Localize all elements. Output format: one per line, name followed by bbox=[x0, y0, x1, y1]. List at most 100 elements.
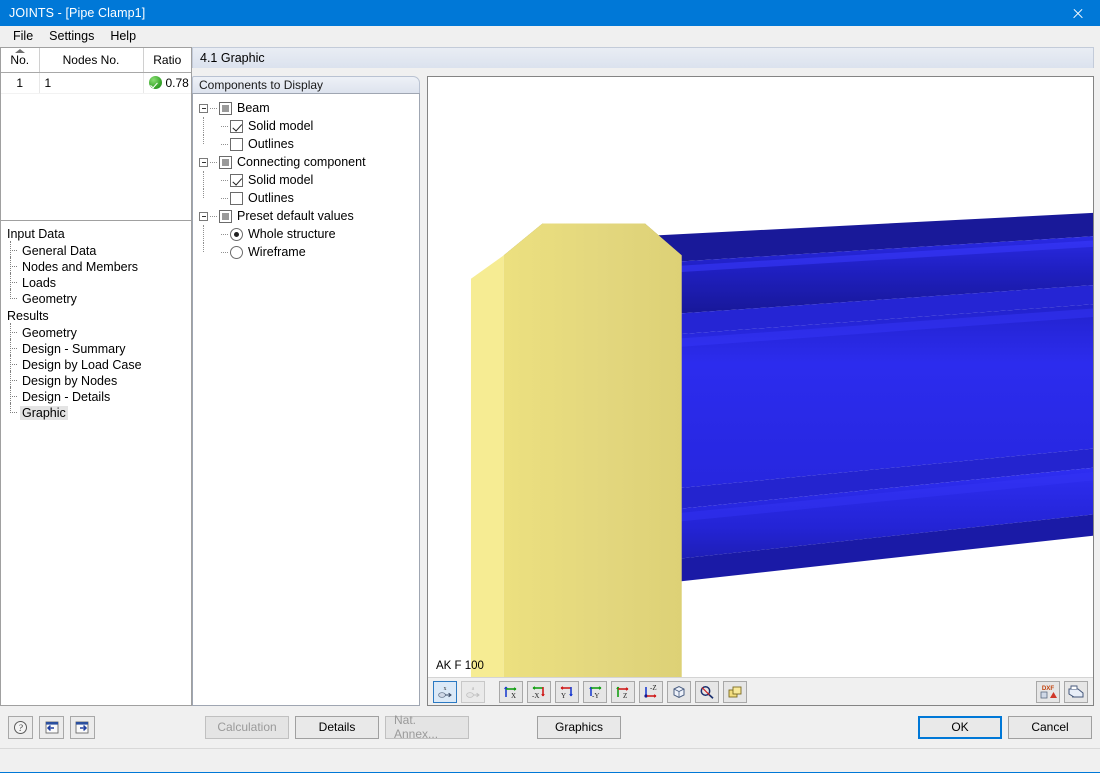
navigator-tree: Input Data General Data Nodes and Member… bbox=[1, 221, 191, 705]
status-ok-icon bbox=[148, 75, 162, 89]
graphic-toolbar: x a X -X Y -Y Z -Z DXF bbox=[428, 677, 1093, 705]
nav-item-design-summary-label: Design - Summary bbox=[22, 342, 126, 356]
tree-node-connecting-component[interactable]: Connecting component bbox=[199, 153, 419, 171]
tree-node-beam[interactable]: Beam bbox=[199, 99, 419, 117]
column-header-no[interactable]: No. bbox=[1, 48, 40, 73]
tree-item-connecting-outlines-label: Outlines bbox=[248, 191, 294, 205]
view-x-button[interactable]: X bbox=[499, 680, 523, 703]
view-neg-y-button[interactable]: -Y bbox=[583, 680, 607, 703]
nav-item-design-by-load-case[interactable]: Design by Load Case bbox=[7, 355, 191, 375]
nav-item-design-by-nodes[interactable]: Design by Nodes bbox=[7, 371, 191, 391]
radio-wireframe[interactable] bbox=[230, 245, 243, 259]
render-wire-button[interactable]: a bbox=[461, 680, 485, 703]
footer-bar: ? Calculation Details Nat. Annex... Grap… bbox=[0, 706, 1100, 748]
nav-item-design-by-nodes-label: Design by Nodes bbox=[22, 374, 118, 388]
graphic-viewport[interactable]: AK F 100 x a X -X Y -Y Z -Z DXF bbox=[427, 76, 1094, 706]
svg-text:X: X bbox=[511, 692, 516, 700]
tree-dash bbox=[10, 332, 17, 333]
checkbox-beam[interactable] bbox=[219, 101, 232, 115]
calculation-button[interactable]: Calculation bbox=[205, 715, 289, 739]
previous-module-button[interactable] bbox=[39, 715, 64, 739]
layers-tool-button[interactable] bbox=[723, 680, 747, 703]
nav-item-design-summary[interactable]: Design - Summary bbox=[7, 339, 191, 359]
svg-text:Z: Z bbox=[623, 692, 627, 700]
dxf-export-button[interactable]: DXF bbox=[1036, 680, 1060, 703]
title-bar: JOINTS - [Pipe Clamp1] bbox=[0, 0, 1100, 26]
next-module-button[interactable] bbox=[70, 715, 95, 739]
tree-dash bbox=[221, 233, 228, 235]
tree-item-connecting-outlines[interactable]: Outlines bbox=[199, 189, 419, 207]
close-button[interactable] bbox=[1054, 0, 1100, 26]
view-neg-x-button[interactable]: -X bbox=[527, 680, 551, 703]
menu-item-help[interactable]: Help bbox=[102, 27, 144, 46]
view-neg-z-button[interactable]: -Z bbox=[639, 680, 663, 703]
tree-item-whole-structure[interactable]: Whole structure bbox=[199, 225, 419, 243]
nat-annex-button[interactable]: Nat. Annex... bbox=[385, 713, 469, 741]
table-row[interactable]: 1 1 0.78 bbox=[1, 72, 191, 94]
tree-node-preset-default-values-label: Preset default values bbox=[237, 209, 354, 223]
plate-front-face bbox=[503, 223, 682, 677]
close-icon bbox=[1072, 8, 1083, 19]
collapse-icon[interactable] bbox=[199, 211, 208, 221]
checkbox-beam-solid-model[interactable] bbox=[230, 119, 243, 133]
nav-item-geometry-results[interactable]: Geometry bbox=[7, 323, 191, 343]
nav-item-graphic[interactable]: Graphic bbox=[7, 403, 191, 421]
collapse-icon[interactable] bbox=[199, 157, 208, 167]
nav-item-loads-label: Loads bbox=[22, 276, 57, 290]
menu-item-settings[interactable]: Settings bbox=[41, 27, 102, 46]
view-z-button[interactable]: Z bbox=[611, 680, 635, 703]
tree-dash bbox=[221, 125, 228, 127]
render-solid-icon: x bbox=[438, 686, 452, 698]
tree-item-beam-solid-model-label: Solid model bbox=[248, 119, 314, 133]
svg-text:-X: -X bbox=[532, 692, 539, 700]
tree-dash bbox=[221, 197, 228, 199]
results-grid: No. Nodes No. Ratio 1 1 0.78 bbox=[1, 48, 191, 221]
nav-item-graphic-label: Graphic bbox=[20, 406, 68, 420]
section-title-bar: 4.1 Graphic bbox=[192, 47, 1094, 68]
help-icon: ? bbox=[14, 720, 27, 734]
nav-item-design-details[interactable]: Design - Details bbox=[7, 387, 191, 407]
tree-item-connecting-solid-model[interactable]: Solid model bbox=[199, 171, 419, 189]
column-header-ratio[interactable]: Ratio bbox=[143, 48, 191, 73]
render-wire-icon: a bbox=[466, 686, 480, 698]
table-header-row: No. Nodes No. Ratio bbox=[1, 48, 191, 73]
model-3d-view bbox=[470, 212, 1093, 677]
nav-item-nodes-and-members[interactable]: Nodes and Members bbox=[7, 257, 191, 277]
column-header-nodes-no[interactable]: Nodes No. bbox=[39, 48, 144, 73]
tree-dash bbox=[10, 266, 17, 267]
print-button[interactable] bbox=[1064, 680, 1088, 703]
checkbox-connecting-solid-model[interactable] bbox=[230, 173, 243, 187]
cancel-button[interactable]: Cancel bbox=[1008, 715, 1092, 739]
tree-line bbox=[203, 117, 204, 135]
application-window: JOINTS - [Pipe Clamp1] File Settings Hel… bbox=[0, 0, 1100, 775]
help-button[interactable]: ? bbox=[8, 715, 33, 739]
details-button[interactable]: Details bbox=[295, 715, 379, 739]
tree-item-beam-solid-model[interactable]: Solid model bbox=[199, 117, 419, 135]
graphics-button[interactable]: Graphics bbox=[537, 715, 621, 739]
collapse-icon[interactable] bbox=[199, 103, 208, 113]
nav-item-geometry-input[interactable]: Geometry bbox=[7, 289, 191, 307]
checkbox-beam-outlines[interactable] bbox=[230, 137, 243, 151]
nav-item-loads[interactable]: Loads bbox=[7, 273, 191, 293]
render-solid-button[interactable]: x bbox=[433, 680, 457, 703]
checkbox-preset-default-values[interactable] bbox=[219, 209, 232, 223]
nav-item-general-data-label: General Data bbox=[22, 244, 97, 258]
model-render-area[interactable]: AK F 100 bbox=[428, 77, 1093, 677]
checkbox-connecting-outlines[interactable] bbox=[230, 191, 243, 205]
zoom-tool-button[interactable] bbox=[695, 680, 719, 703]
svg-text:DXF: DXF bbox=[1042, 685, 1055, 692]
radio-whole-structure[interactable] bbox=[230, 227, 243, 241]
ok-button[interactable]: OK bbox=[918, 715, 1002, 739]
tree-dash bbox=[10, 348, 17, 349]
tree-item-wireframe[interactable]: Wireframe bbox=[199, 243, 419, 261]
tree-item-beam-outlines[interactable]: Outlines bbox=[199, 135, 419, 153]
view-y-button[interactable]: Y bbox=[555, 680, 579, 703]
checkbox-connecting-component[interactable] bbox=[219, 155, 232, 169]
arrow-left-icon bbox=[45, 721, 59, 733]
tree-node-preset-default-values[interactable]: Preset default values bbox=[199, 207, 419, 225]
nav-item-general-data[interactable]: General Data bbox=[7, 241, 191, 261]
components-to-display-title: Components to Display bbox=[192, 76, 420, 93]
menu-item-file[interactable]: File bbox=[5, 27, 41, 46]
tree-item-connecting-solid-model-label: Solid model bbox=[248, 173, 314, 187]
view-isometric-button[interactable] bbox=[667, 680, 691, 703]
